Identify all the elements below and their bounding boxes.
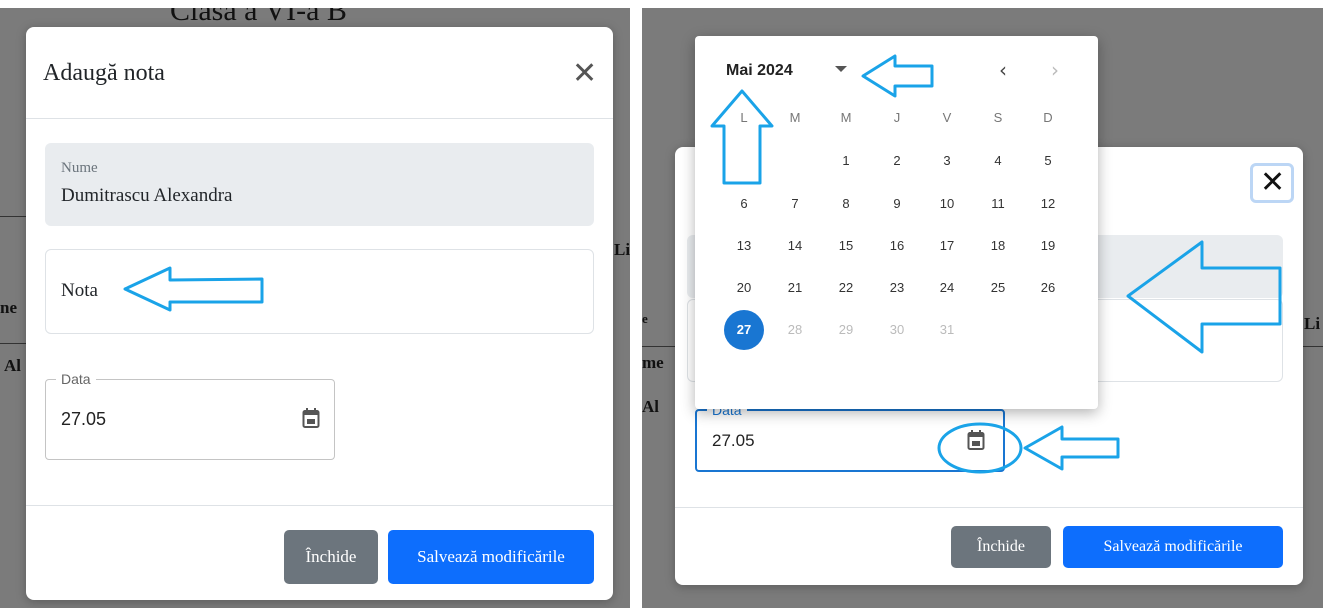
calendar-day[interactable]: 16 bbox=[877, 226, 917, 266]
calendar-day[interactable]: 14 bbox=[775, 226, 815, 266]
save-button[interactable]: Salvează modificările bbox=[1063, 526, 1283, 568]
calendar-day[interactable]: 24 bbox=[927, 268, 967, 308]
background-table-line bbox=[0, 343, 26, 344]
weekday-label: L bbox=[740, 110, 748, 125]
right-screenshot: me Al Li e ✕ Data 27.05 Închide Salvează… bbox=[642, 8, 1323, 608]
modal-footer-divider bbox=[26, 505, 613, 506]
calendar-day[interactable]: 19 bbox=[1028, 226, 1068, 266]
calendar-day[interactable]: 21 bbox=[775, 268, 815, 308]
weekday-label: M bbox=[840, 110, 852, 125]
calendar-day[interactable]: 5 bbox=[1028, 141, 1068, 181]
calendar-day[interactable]: 7 bbox=[775, 184, 815, 224]
grade-placeholder: Nota bbox=[61, 280, 98, 301]
calendar-day[interactable]: 28 bbox=[775, 310, 815, 350]
month-year-selector[interactable]: Mai 2024 bbox=[726, 62, 793, 80]
calendar-day[interactable]: 8 bbox=[826, 184, 866, 224]
date-value: 27.05 bbox=[61, 409, 107, 429]
calendar-day[interactable]: 11 bbox=[978, 184, 1018, 224]
calendar-day[interactable]: 6 bbox=[724, 184, 764, 224]
caret-down-icon[interactable] bbox=[835, 66, 847, 72]
grade-input[interactable]: Nota bbox=[45, 249, 594, 334]
calendar-day[interactable]: 30 bbox=[877, 310, 917, 350]
calendar-day[interactable]: 20 bbox=[724, 268, 764, 308]
close-button[interactable]: Închide bbox=[951, 526, 1051, 568]
save-button[interactable]: Salvează modificările bbox=[388, 530, 594, 584]
calendar-day[interactable]: 2 bbox=[877, 141, 917, 181]
weekday-label: M bbox=[789, 110, 801, 125]
calendar-day[interactable]: 17 bbox=[927, 226, 967, 266]
calendar-day[interactable]: 9 bbox=[877, 184, 917, 224]
weekday-label: S bbox=[993, 110, 1003, 125]
calendar-day[interactable]: 1 bbox=[826, 141, 866, 181]
calendar-day[interactable]: 4 bbox=[978, 141, 1018, 181]
background-fragment: ne bbox=[0, 298, 17, 317]
background-page-title: Clasa a VI-a B bbox=[170, 8, 347, 27]
close-icon[interactable]: ✕ bbox=[1260, 168, 1285, 198]
left-screenshot: Clasa a VI-a B ne Al Li Adaugă nota ✕ Nu… bbox=[0, 8, 630, 608]
calendar-icon[interactable] bbox=[302, 407, 320, 429]
calendar-day[interactable]: 15 bbox=[826, 226, 866, 266]
date-picker: Mai 2024 ‹ › L M M J V S D 1 2 3 4 5 6 7 8 9 10 11… bbox=[695, 36, 1098, 409]
weekday-label: V bbox=[942, 110, 952, 125]
calendar-day[interactable]: 3 bbox=[927, 141, 967, 181]
name-value: Dumitrascu Alexandra bbox=[61, 185, 233, 206]
date-field[interactable]: Data 27.05 bbox=[695, 402, 1005, 472]
background-fragment: me bbox=[642, 353, 664, 372]
name-field: Nume Dumitrascu Alexandra bbox=[45, 143, 594, 226]
close-icon[interactable]: ✕ bbox=[572, 59, 597, 89]
background-fragment: Al bbox=[642, 397, 659, 416]
background-table-line bbox=[642, 346, 675, 347]
calendar-day[interactable]: 22 bbox=[826, 268, 866, 308]
background-table-line bbox=[1303, 346, 1323, 347]
background-fragment: Li bbox=[1304, 314, 1321, 333]
add-grade-modal: Adaugă nota ✕ Nume Dumitrascu Alexandra … bbox=[26, 27, 613, 600]
calendar-day[interactable]: 10 bbox=[927, 184, 967, 224]
background-fragment: Al bbox=[4, 356, 21, 375]
calendar-day[interactable]: 25 bbox=[978, 268, 1018, 308]
calendar-day[interactable]: 13 bbox=[724, 226, 764, 266]
calendar-day[interactable]: 26 bbox=[1028, 268, 1068, 308]
background-table-line bbox=[0, 216, 26, 217]
calendar-day[interactable]: 12 bbox=[1028, 184, 1068, 224]
modal-header-divider bbox=[26, 118, 613, 119]
calendar-day[interactable]: 31 bbox=[927, 310, 967, 350]
calendar-day[interactable]: 23 bbox=[877, 268, 917, 308]
date-label: Data bbox=[56, 371, 96, 387]
calendar-day[interactable]: 29 bbox=[826, 310, 866, 350]
calendar-icon[interactable] bbox=[967, 429, 985, 451]
background-fragment: e bbox=[642, 311, 648, 326]
calendar-day[interactable]: 18 bbox=[978, 226, 1018, 266]
close-button[interactable]: Închide bbox=[284, 530, 378, 584]
modal-footer-divider bbox=[675, 507, 1303, 508]
date-field[interactable]: Data 27.05 bbox=[45, 371, 335, 460]
date-value: 27.05 bbox=[712, 431, 755, 450]
weekday-label: J bbox=[893, 110, 901, 125]
modal-title: Adaugă nota bbox=[43, 60, 165, 86]
chevron-right-icon[interactable]: › bbox=[1051, 58, 1059, 82]
name-label: Nume bbox=[61, 160, 98, 176]
weekday-label: D bbox=[1043, 110, 1053, 125]
background-fragment: Li bbox=[614, 240, 630, 259]
calendar-day[interactable]: 27 bbox=[724, 310, 764, 350]
chevron-left-icon[interactable]: ‹ bbox=[999, 58, 1007, 82]
